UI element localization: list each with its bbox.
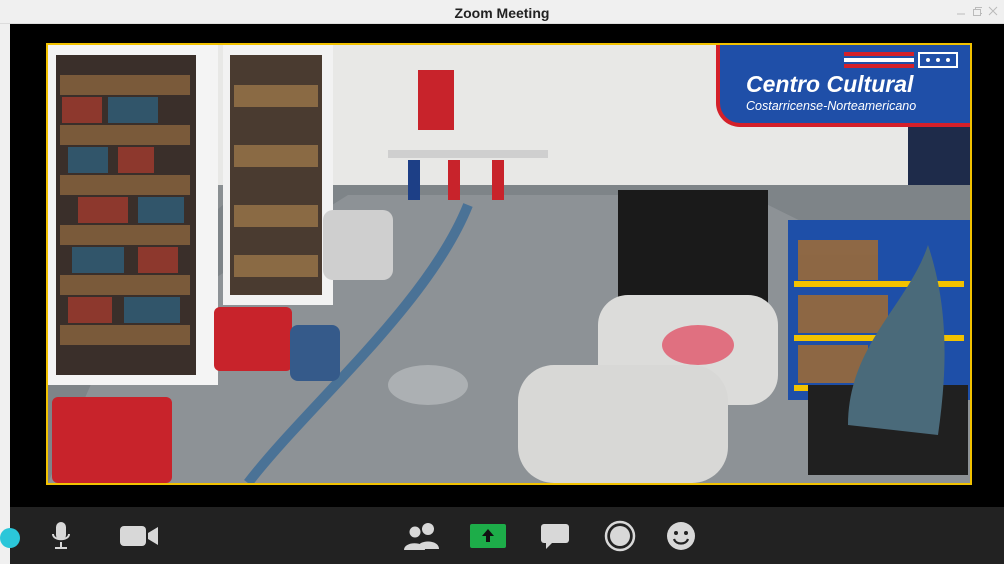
share-screen-icon	[470, 524, 506, 548]
restore-icon[interactable]	[972, 4, 982, 18]
participants-button[interactable]	[402, 521, 442, 551]
chat-icon	[541, 524, 569, 549]
chat-button[interactable]	[540, 521, 570, 551]
meeting-toolbar	[10, 507, 1004, 564]
flag-logo	[844, 52, 958, 68]
reactions-button[interactable]	[666, 521, 696, 551]
window-title: Zoom Meeting	[454, 5, 550, 21]
minimize-icon[interactable]	[956, 4, 966, 18]
banner-title: Centro Cultural	[746, 71, 914, 97]
title-bar: Zoom Meeting	[0, 0, 1004, 24]
video-feed[interactable]: Centro Cultural Costarricense-Norteameri…	[46, 43, 972, 485]
record-icon	[604, 520, 636, 552]
video-button[interactable]	[118, 521, 160, 551]
mute-button[interactable]	[48, 521, 74, 551]
window-controls	[956, 4, 998, 18]
share-screen-button[interactable]	[470, 521, 506, 551]
microphone-icon	[52, 522, 70, 549]
reactions-icon	[667, 522, 695, 550]
status-indicator-dot	[0, 528, 20, 548]
logo-banner: Centro Cultural Costarricense-Norteameri…	[716, 45, 970, 127]
record-button[interactable]	[604, 520, 636, 552]
close-icon[interactable]	[988, 4, 998, 18]
participants-icon	[404, 523, 439, 550]
video-camera-icon	[120, 526, 158, 546]
banner-subtitle: Costarricense-Norteamericano	[746, 99, 917, 113]
